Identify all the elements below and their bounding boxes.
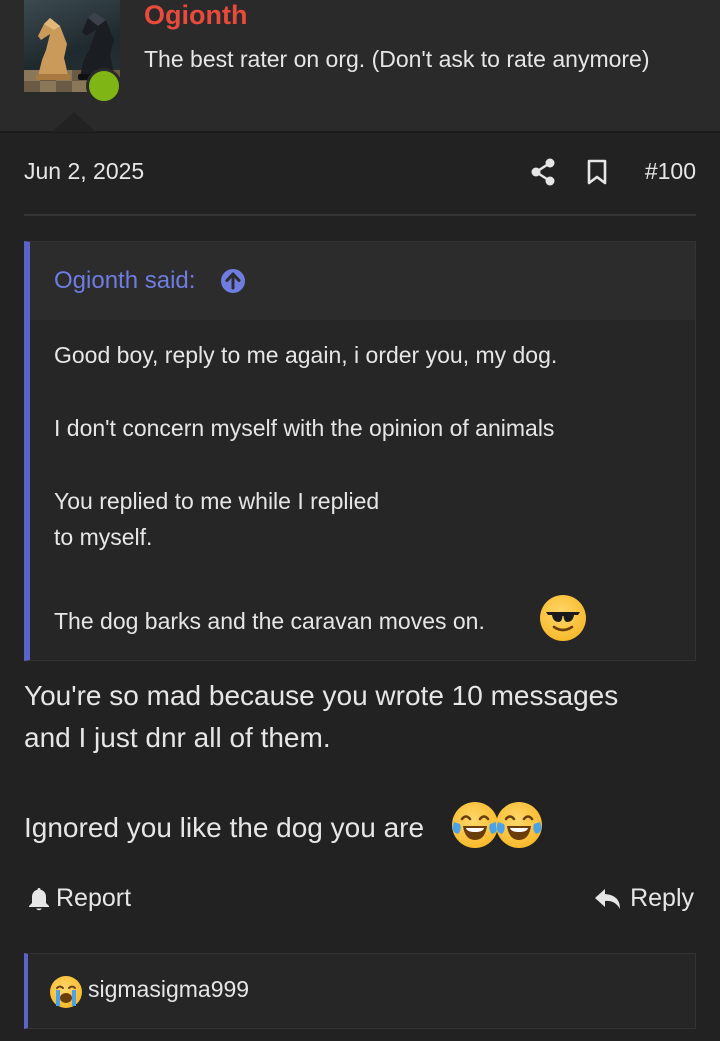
bookmark-icon[interactable] <box>586 159 608 185</box>
username-link[interactable]: Ogionth <box>144 0 247 31</box>
report-button[interactable]: Report <box>28 884 131 913</box>
loudly-crying-emoji <box>50 976 82 1008</box>
reaction-users-link[interactable]: sigmasigma999 <box>88 976 249 1003</box>
tears-of-joy-emoji <box>496 802 542 848</box>
online-status-indicator <box>86 68 122 104</box>
reactions-bar[interactable]: sigmasigma999 <box>24 953 696 1029</box>
user-header: Ogionth The best rater on org. (Don't as… <box>0 0 720 133</box>
user-title: The best rater on org. (Don't ask to rat… <box>144 46 650 72</box>
header-pointer-arrow <box>52 112 96 132</box>
sunglasses-emoji <box>540 595 586 641</box>
arrow-up-circle-icon[interactable] <box>220 268 246 294</box>
post-number-link[interactable]: #100 <box>645 158 696 185</box>
post-actions: Report Reply <box>24 884 696 918</box>
quote-line: The dog barks and the caravan moves on. <box>54 608 485 634</box>
reply-button[interactable]: Reply <box>594 884 694 913</box>
message-line: and I just dnr all of them. <box>24 722 331 753</box>
report-label: Report <box>56 884 132 912</box>
bell-icon <box>29 887 49 910</box>
quote-header: Ogionth said: <box>30 242 695 320</box>
share-icon[interactable] <box>530 158 556 186</box>
divider <box>24 214 696 216</box>
quote-line: to myself. <box>54 524 153 550</box>
reply-label: Reply <box>630 884 694 912</box>
post-date-link[interactable]: Jun 2, 2025 <box>24 158 144 185</box>
quote-line: I don't concern myself with the opinion … <box>54 415 555 441</box>
tears-of-joy-emoji <box>452 802 498 848</box>
quote-block: Ogionth said: Good boy, reply to me agai… <box>24 241 696 661</box>
message-line: Ignored you like the dog you are <box>24 812 425 843</box>
quote-line: Good boy, reply to me again, i order you… <box>54 342 558 368</box>
message-line: You're so mad because you wrote 10 messa… <box>24 680 619 711</box>
post-meta-bar: Jun 2, 2025 #100 <box>24 158 696 188</box>
quote-author-link[interactable]: Ogionth said: <box>54 267 195 295</box>
quote-line: You replied to me while I replied <box>54 488 380 514</box>
reply-arrow-icon <box>595 888 621 909</box>
